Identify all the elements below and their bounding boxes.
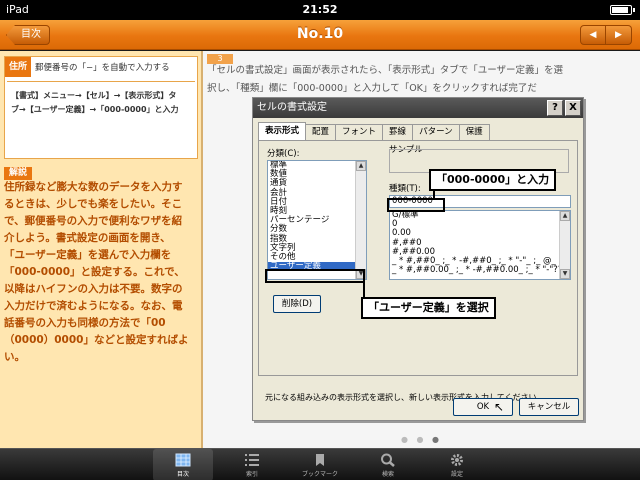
- format-cells-dialog: セルの書式設定 ? X 表示形式 配置 フォント 罫線 パターン 保護 分類(C…: [252, 97, 584, 421]
- next-page-button[interactable]: ▶: [606, 25, 632, 45]
- close-button[interactable]: X: [565, 100, 581, 116]
- text-line: 入力だけで済むようになる。なお、電: [4, 300, 183, 312]
- battery-icon: [610, 5, 635, 15]
- tip-steps: 【書式】メニュー→【セル】→【表示形式】タ ブ→【ユーザー定義】→「000-00…: [11, 89, 197, 117]
- tab-toc[interactable]: 目次: [153, 449, 213, 480]
- tab-index[interactable]: 索引: [222, 449, 282, 480]
- text-line: 話番号の入力も同様の方法で「00: [4, 317, 166, 329]
- tab-protection[interactable]: 保護: [458, 124, 490, 140]
- tip-steps-line: ブ→【ユーザー定義】→「000-0000」と入力: [11, 105, 179, 114]
- dialog-tabs: 表示形式 配置 フォント 罫線 パターン 保護: [258, 122, 490, 140]
- cancel-button[interactable]: キャンセル: [519, 398, 579, 416]
- category-scrollbar[interactable]: ▲ ▼: [355, 161, 366, 279]
- grid-icon: [175, 453, 191, 467]
- text-line: 「000-0000」と設定する。これで、: [4, 266, 185, 278]
- callout-input: 「000-0000」と入力: [429, 169, 557, 191]
- format-list[interactable]: G/標準 0 0.00 #,##0 #,##0.00 _ * #,##0_ ;_…: [389, 210, 571, 280]
- list-item[interactable]: 0: [390, 219, 570, 229]
- tip-steps-line: 【書式】メニュー→【セル】→【表示形式】タ: [11, 91, 177, 100]
- scroll-up-icon[interactable]: ▲: [356, 161, 366, 171]
- right-pane: 3 「セルの書式設定」画面が表示されたら、「表示形式」タブで「ユーザー定義」を選…: [203, 51, 640, 448]
- text-line: （0000）0000」などと設定すればよ: [4, 334, 189, 346]
- page-nav: ◀ ▶: [580, 25, 632, 45]
- step-text: 「セルの書式設定」画面が表示されたら、「表示形式」タブで「ユーザー定義」を選 択…: [207, 56, 637, 98]
- bookmark-icon: [316, 454, 324, 466]
- format-scrollbar[interactable]: ▲ ▼: [559, 211, 570, 279]
- tab-settings[interactable]: 設定: [427, 449, 487, 480]
- tab-border[interactable]: 罫線: [382, 124, 414, 140]
- tip-title: 郵便番号の「−」を自動で入力する: [35, 63, 170, 73]
- text-line: るときは、少しでも楽をしたい。そこ: [4, 198, 183, 210]
- mouse-cursor-icon: ↖: [494, 400, 505, 414]
- step-line: 「セルの書式設定」画面が表示されたら、「表示形式」タブで「ユーザー定義」を選: [207, 65, 564, 76]
- tab-pattern[interactable]: パターン: [412, 124, 460, 140]
- text-line: で、郵便番号の入力で便利なワザを紹: [4, 215, 183, 227]
- tip-box: 住所 郵便番号の「−」を自動で入力する 【書式】メニュー→【セル】→【表示形式】…: [4, 56, 198, 159]
- text-line: 住所録など膨大な数のデータを入力す: [4, 181, 183, 193]
- triangle-right-icon: ▶: [615, 30, 622, 40]
- scroll-up-icon[interactable]: ▲: [560, 211, 570, 221]
- tip-tag: 住所: [5, 57, 31, 77]
- page-title: No.10: [296, 26, 344, 42]
- tab-font[interactable]: フォント: [335, 124, 384, 140]
- nav-bar: 目次 No.10 ◀ ▶: [0, 20, 640, 50]
- tab-label: ブックマーク: [301, 471, 338, 478]
- tab-bookmark[interactable]: ブックマーク: [290, 449, 350, 480]
- tab-label: 目次: [176, 471, 189, 478]
- step-line: 択し、「種類」欄に「000-0000」と入力して「OK」をクリックすれば完了だ: [207, 83, 537, 94]
- list-item[interactable]: _ * #,##0.00_ ;_ * -#,##0.00_ ;_ * "-"??…: [390, 266, 570, 275]
- dialog-title: セルの書式設定: [253, 98, 583, 118]
- gear-icon: [451, 454, 463, 466]
- triangle-left-icon: ◀: [589, 30, 597, 40]
- search-icon: [381, 453, 395, 467]
- page-indicator: ● ● ●: [400, 435, 443, 444]
- tab-search[interactable]: 検索: [358, 449, 418, 480]
- status-bar: iPad 21:52: [0, 0, 640, 20]
- text-line: い。: [4, 351, 25, 363]
- tab-alignment[interactable]: 配置: [305, 124, 337, 140]
- list-icon: [245, 454, 259, 466]
- text-line: 以降はハイフンの入力は不要。数字の: [4, 283, 183, 295]
- category-list[interactable]: 標準 数値 通貨 会計 日付 時刻 パーセンテージ 分数 指数 文字列 その他 …: [267, 160, 367, 280]
- help-button[interactable]: ?: [547, 100, 563, 116]
- type-label: 種類(T):: [389, 184, 421, 194]
- status-time: 21:52: [302, 3, 338, 16]
- text-line: 介しよう。書式設定の画面を開き、: [4, 232, 171, 244]
- type-input-highlight: [387, 198, 445, 212]
- list-item[interactable]: G/標準: [390, 211, 570, 220]
- scroll-down-icon[interactable]: ▼: [560, 269, 570, 279]
- callout-select: 「ユーザー定義」を選択: [361, 297, 496, 319]
- category-highlight: [265, 269, 365, 283]
- prev-page-button[interactable]: ◀: [580, 25, 606, 45]
- tab-label: 索引: [245, 471, 258, 478]
- text-line: 「ユーザー定義」を選んで入力欄を: [4, 249, 172, 261]
- tab-label: 設定: [450, 471, 463, 478]
- divider: [7, 81, 195, 82]
- tab-number-format[interactable]: 表示形式: [258, 122, 307, 140]
- tab-label: 検索: [381, 471, 394, 478]
- delete-button[interactable]: 削除(D): [273, 295, 321, 313]
- category-label: 分類(C):: [267, 149, 300, 159]
- explanation-text: 住所録など膨大な数のデータを入力す るときは、少しでも楽をしたい。そこ で、郵便…: [4, 179, 200, 366]
- bottom-tab-bar: 目次 索引 ブックマーク 検索 設定: [0, 448, 640, 480]
- left-pane: 住所 郵便番号の「−」を自動で入力する 【書式】メニュー→【セル】→【表示形式】…: [0, 51, 203, 448]
